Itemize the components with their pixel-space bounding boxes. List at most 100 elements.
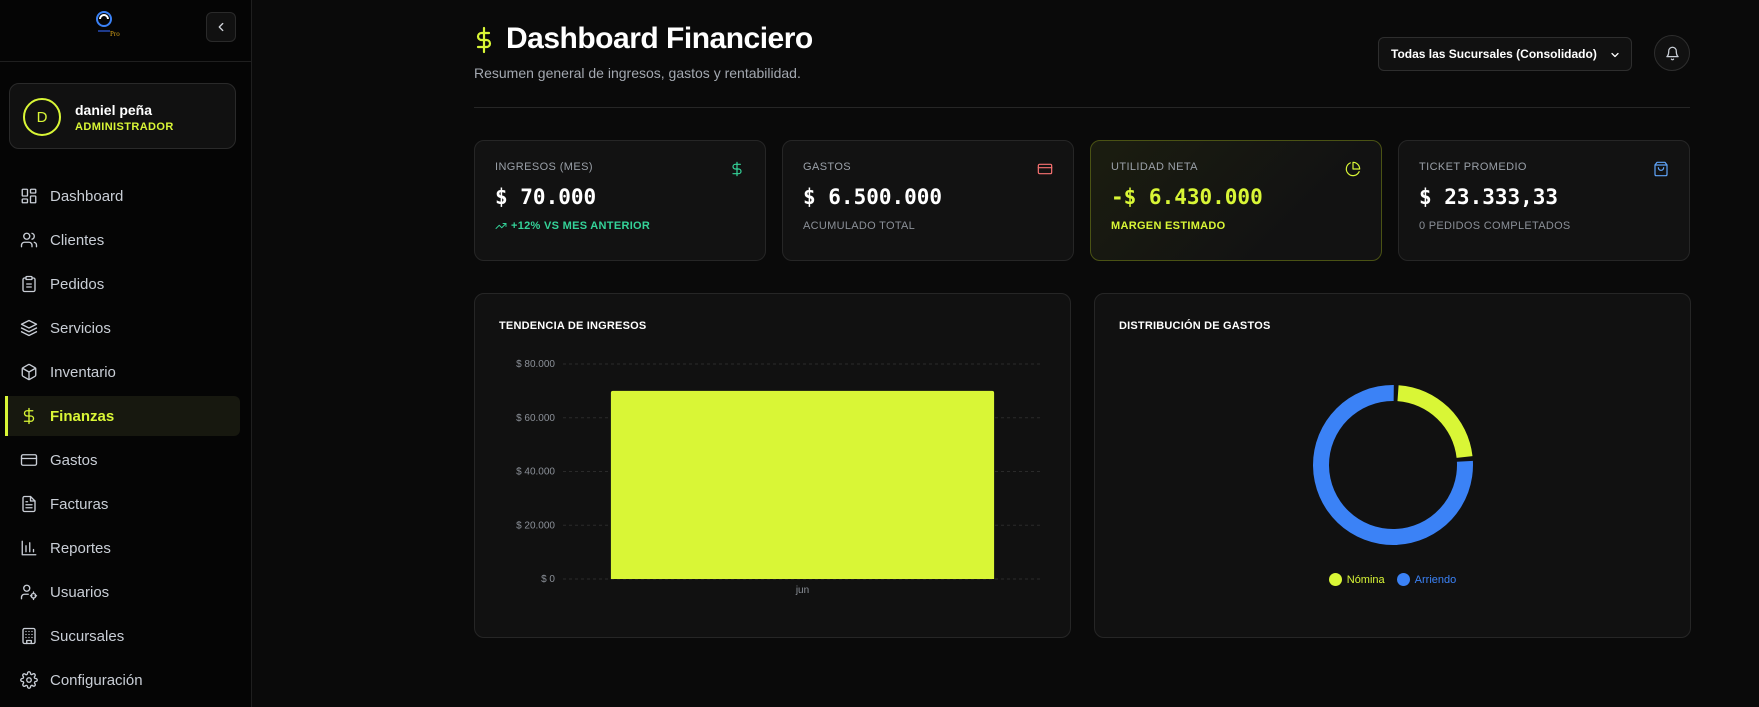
credit-card-icon <box>20 454 38 466</box>
gear-icon <box>20 671 38 689</box>
main-content: Dashboard Financiero Resumen general de … <box>252 0 1759 707</box>
dollar-icon <box>23 407 35 425</box>
sidebar-item-inventario[interactable]: Inventario <box>0 352 252 392</box>
expense-donut-chart <box>1313 385 1473 545</box>
legend-label: Nómina <box>1346 573 1385 586</box>
sidebar-item-label: Facturas <box>50 495 109 513</box>
sidebar-item-label: Inventario <box>50 363 116 381</box>
donut-slice-nómina[interactable] <box>1397 385 1473 458</box>
sidebar-item-label: Configuración <box>50 671 143 689</box>
revenue-bar-chart: $ 0 $ 20.000 $ 40.000 $ 60.000 $ 80.000 jun <box>516 359 1042 596</box>
sidebar-item-gastos[interactable]: Gastos <box>0 440 252 480</box>
y-tick-label: $ 0 <box>541 574 555 585</box>
sidebar-item-servicios[interactable]: Servicios <box>0 308 252 348</box>
bar[interactable] <box>610 390 995 579</box>
y-tick-label: $ 20.000 <box>516 520 555 531</box>
credit-card-icon <box>1037 163 1053 175</box>
kpi-label: TICKET PROMEDIO <box>1419 161 1527 173</box>
sidebar-item-label: Sucursales <box>50 627 125 645</box>
page-title: Dashboard Financiero <box>506 22 813 55</box>
expense-distribution-panel: DISTRIBUCIÓN DE GASTOS Nómina Arriendo <box>1094 293 1691 638</box>
sidebar-item-label: Reportes <box>50 539 111 557</box>
branch-select[interactable]: Todas las Sucursales (Consolidado) <box>1378 37 1632 71</box>
sidebar-item-label: Finanzas <box>50 407 115 425</box>
kpi-value: -$ 6.430.000 <box>1111 185 1263 209</box>
chart-legend: Nómina Arriendo <box>1095 573 1690 586</box>
layers-icon <box>20 319 38 337</box>
sidebar: Pro D daniel peña ADMINISTRADOR Dashboar… <box>0 0 252 707</box>
kpi-footnote-text: 0 PEDIDOS COMPLETADOS <box>1419 220 1571 232</box>
trend-up-icon <box>495 223 507 229</box>
kpi-footnote: MARGEN ESTIMADO <box>1111 220 1361 232</box>
user-role: ADMINISTRADOR <box>75 121 174 133</box>
sidebar-item-facturas[interactable]: Facturas <box>0 484 252 524</box>
sidebar-item-clientes[interactable]: Clientes <box>0 220 252 260</box>
sidebar-item-label: Dashboard <box>50 187 124 205</box>
pie-chart-icon <box>1345 161 1361 177</box>
y-tick-label: $ 60.000 <box>516 413 555 424</box>
sidebar-item-label: Clientes <box>50 231 105 249</box>
sidebar-item-sucursales[interactable]: Sucursales <box>0 616 252 656</box>
sidebar-item-pedidos[interactable]: Pedidos <box>0 264 252 304</box>
sidebar-nav: Dashboard Clientes Pedidos Servicios Inventa… <box>0 176 252 704</box>
users-icon <box>20 232 38 248</box>
building-icon <box>22 627 36 645</box>
sidebar-item-label: Servicios <box>50 319 111 337</box>
legend-label: Arriendo <box>1414 573 1457 586</box>
grid-icon <box>21 188 37 204</box>
collapse-sidebar-button[interactable] <box>206 12 236 42</box>
chevron-left-icon <box>218 22 224 32</box>
sidebar-item-reportes[interactable]: Reportes <box>0 528 252 568</box>
sidebar-item-label: Usuarios <box>50 583 110 601</box>
revenue-trend-panel: TENDENCIA DE INGRESOS $ 0 $ 20.000 $ 40.00… <box>474 293 1071 638</box>
kpi-value: $ 70.000 <box>495 185 597 209</box>
bell-icon <box>1665 46 1679 60</box>
sidebar-item-usuarios[interactable]: Usuarios <box>0 572 252 612</box>
kpi-footnote-text: ACUMULADO TOTAL <box>803 220 916 232</box>
kpi-footnote: ACUMULADO TOTAL <box>803 220 1053 232</box>
kpi-card: INGRESOS (MES) $ 70.000 +12% VS MES ANTERI… <box>474 140 766 261</box>
header-divider <box>474 107 1690 108</box>
sidebar-item-label: Gastos <box>50 451 98 469</box>
user-cog-icon <box>20 584 38 601</box>
svg-text:Pro: Pro <box>110 30 120 38</box>
kpi-footnote: 0 PEDIDOS COMPLETADOS <box>1419 220 1669 232</box>
legend-item[interactable]: Nómina <box>1328 573 1385 586</box>
sidebar-item-finanzas[interactable]: Finanzas <box>5 396 240 436</box>
branch-select-value: Todas las Sucursales (Consolidado) <box>1391 47 1597 61</box>
dollar-icon <box>476 26 492 54</box>
y-tick-label: $ 80.000 <box>516 359 555 370</box>
legend-swatch <box>1328 573 1342 586</box>
legend-swatch <box>1396 573 1410 586</box>
sidebar-item-dashboard[interactable]: Dashboard <box>0 176 252 216</box>
kpi-card: UTILIDAD NETA -$ 6.430.000 MARGEN ESTIMADO <box>1090 140 1382 261</box>
brand-logo: Pro <box>96 11 120 38</box>
package-icon <box>21 363 37 381</box>
kpi-footnote-text: +12% VS MES ANTERIOR <box>511 220 651 232</box>
legend-item[interactable]: Arriendo <box>1396 573 1457 586</box>
x-tick-label: jun <box>795 585 809 596</box>
sidebar-header: Pro <box>0 0 251 62</box>
kpi-label: UTILIDAD NETA <box>1111 161 1198 173</box>
file-icon <box>22 495 36 513</box>
kpi-card: GASTOS $ 6.500.000 ACUMULADO TOTAL <box>782 140 1074 261</box>
kpi-label: INGRESOS (MES) <box>495 161 593 173</box>
user-name: daniel peña <box>75 102 153 118</box>
dollar-icon <box>732 161 742 177</box>
kpi-footnote-text: MARGEN ESTIMADO <box>1111 220 1226 232</box>
chevron-down-icon <box>1611 52 1619 58</box>
clipboard-icon <box>22 275 36 293</box>
notifications-button[interactable] <box>1654 35 1690 71</box>
user-card[interactable]: D daniel peña ADMINISTRADOR <box>9 83 236 149</box>
kpi-value: $ 23.333,33 <box>1419 185 1559 209</box>
kpi-card: TICKET PROMEDIO $ 23.333,33 0 PEDIDOS COMP… <box>1398 140 1690 261</box>
kpi-footnote: +12% VS MES ANTERIOR <box>495 220 745 232</box>
sidebar-item-configuración[interactable]: Configuración <box>0 660 252 700</box>
avatar: D <box>23 98 61 136</box>
page-subtitle: Resumen general de ingresos, gastos y re… <box>474 65 801 81</box>
kpi-value: $ 6.500.000 <box>803 185 943 209</box>
shopping-bag-icon <box>1654 161 1668 177</box>
sidebar-item-label: Pedidos <box>50 275 105 293</box>
y-tick-label: $ 40.000 <box>516 467 555 478</box>
kpi-label: GASTOS <box>803 161 852 173</box>
